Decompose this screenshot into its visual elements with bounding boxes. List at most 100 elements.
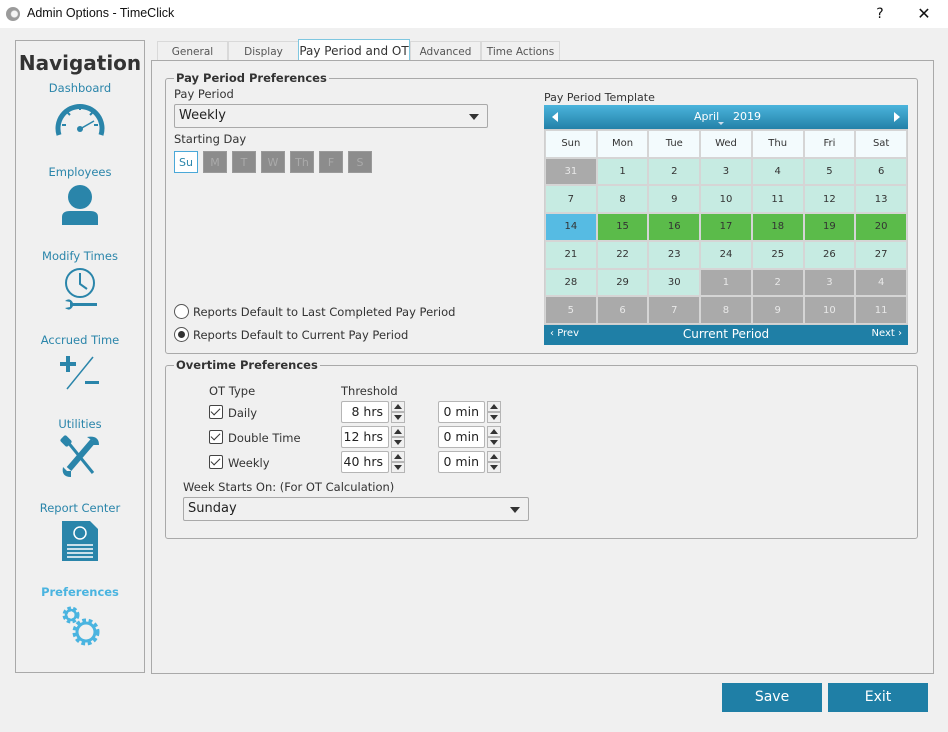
calendar-month[interactable]: April [694,110,719,123]
calendar-day[interactable]: 30 [649,269,700,296]
calendar-day[interactable]: 9 [649,186,700,213]
hours-spinner[interactable] [391,426,405,448]
calendar-day[interactable]: 17 [701,214,751,240]
radio-button[interactable] [174,304,189,319]
calendar-day[interactable]: 3 [804,269,855,296]
next-period-button[interactable]: Next › [872,328,902,339]
calendar-day[interactable]: 14 [546,214,596,240]
calendar-day[interactable]: 31 [546,158,596,185]
calendar-day[interactable]: 23 [649,241,700,268]
increment-arrow-icon[interactable] [487,401,501,412]
hours-spinner[interactable] [391,451,405,473]
month-dropdown-icon[interactable] [718,122,724,125]
threshold-hours-input[interactable]: 8 hrs [341,401,389,423]
calendar-day[interactable]: 21 [546,241,596,268]
threshold-minutes-input[interactable]: 0 min [438,451,485,473]
day-button-monday[interactable]: M [203,151,227,173]
calendar-day[interactable]: 3 [701,158,751,185]
calendar-day[interactable]: 1 [597,158,648,185]
day-button-thursday[interactable]: Th [290,151,314,173]
calendar-day[interactable]: 1 [701,269,751,296]
pay-period-select[interactable]: Weekly [174,104,488,128]
decrement-arrow-icon[interactable] [487,437,501,448]
day-button-wednesday[interactable]: W [261,151,285,173]
calendar-day[interactable]: 15 [597,214,648,240]
calendar-day[interactable]: 7 [649,297,700,323]
exit-button[interactable]: Exit [828,683,928,712]
minutes-spinner[interactable] [487,451,501,473]
threshold-minutes-input[interactable]: 0 min [438,401,485,423]
decrement-arrow-icon[interactable] [487,462,501,473]
increment-arrow-icon[interactable] [487,451,501,462]
calendar-year[interactable]: 2019 [733,110,761,123]
calendar-day[interactable]: 8 [701,297,751,323]
calendar-day[interactable]: 25 [752,241,803,268]
calendar-day[interactable]: 28 [546,269,596,296]
calendar-day[interactable]: 13 [856,186,906,213]
help-button[interactable]: ? [870,4,890,24]
calendar-day[interactable]: 10 [701,186,751,213]
calendar-day[interactable]: 5 [804,158,855,185]
previous-month-arrow-icon[interactable] [552,112,558,122]
increment-arrow-icon[interactable] [391,451,405,462]
tab-time-actions[interactable]: Time Actions [481,41,560,61]
ot-type-checkbox[interactable] [209,430,223,444]
calendar-day[interactable]: 6 [856,158,906,185]
nav-item-modify-times[interactable]: Modify Times [16,249,144,311]
calendar-day[interactable]: 9 [752,297,803,323]
calendar-day[interactable]: 2 [649,158,700,185]
increment-arrow-icon[interactable] [391,401,405,412]
calendar-day[interactable]: 2 [752,269,803,296]
week-starts-on-select[interactable]: Sunday [183,497,529,521]
day-button-friday[interactable]: F [319,151,343,173]
threshold-minutes-input[interactable]: 0 min [438,426,485,448]
nav-item-utilities[interactable]: Utilities [16,417,144,479]
calendar-day[interactable]: 18 [752,214,803,240]
hours-spinner[interactable] [391,401,405,423]
decrement-arrow-icon[interactable] [391,462,405,473]
day-button-saturday[interactable]: S [348,151,372,173]
nav-item-report-center[interactable]: Report Center [16,501,144,563]
calendar-day[interactable]: 4 [856,269,906,296]
calendar-day[interactable]: 5 [546,297,596,323]
ot-type-checkbox[interactable] [209,455,223,469]
calendar-day[interactable]: 19 [804,214,855,240]
tab-pay-period-and-ot[interactable]: Pay Period and OT [298,39,410,61]
increment-arrow-icon[interactable] [487,426,501,437]
decrement-arrow-icon[interactable] [391,437,405,448]
threshold-hours-input[interactable]: 40 hrs [341,451,389,473]
calendar-day[interactable]: 10 [804,297,855,323]
tab-display[interactable]: Display [228,41,299,61]
minutes-spinner[interactable] [487,426,501,448]
calendar-day[interactable]: 6 [597,297,648,323]
calendar-day[interactable]: 20 [856,214,906,240]
close-button[interactable]: ✕ [912,4,936,24]
calendar-day[interactable]: 24 [701,241,751,268]
calendar-day[interactable]: 11 [856,297,906,323]
calendar-day[interactable]: 29 [597,269,648,296]
current-period-button[interactable]: Current Period [544,327,908,341]
decrement-arrow-icon[interactable] [391,412,405,423]
nav-item-accrued-time[interactable]: Accrued Time [16,333,144,391]
nav-item-preferences[interactable]: Preferences [16,585,144,649]
calendar-day[interactable]: 4 [752,158,803,185]
calendar-day[interactable]: 16 [649,214,700,240]
calendar-day[interactable]: 11 [752,186,803,213]
calendar-day[interactable]: 7 [546,186,596,213]
minutes-spinner[interactable] [487,401,501,423]
threshold-hours-input[interactable]: 12 hrs [341,426,389,448]
tab-advanced[interactable]: Advanced [410,41,481,61]
increment-arrow-icon[interactable] [391,426,405,437]
next-month-arrow-icon[interactable] [894,112,900,122]
day-button-sunday[interactable]: Su [174,151,198,173]
radio-button[interactable] [174,327,189,342]
nav-item-employees[interactable]: Employees [16,165,144,225]
save-button[interactable]: Save [722,683,822,712]
calendar-day[interactable]: 8 [597,186,648,213]
nav-item-dashboard[interactable]: Dashboard [16,81,144,139]
ot-type-checkbox[interactable] [209,405,223,419]
day-button-tuesday[interactable]: T [232,151,256,173]
calendar-day[interactable]: 12 [804,186,855,213]
decrement-arrow-icon[interactable] [487,412,501,423]
tab-general[interactable]: General [157,41,228,61]
